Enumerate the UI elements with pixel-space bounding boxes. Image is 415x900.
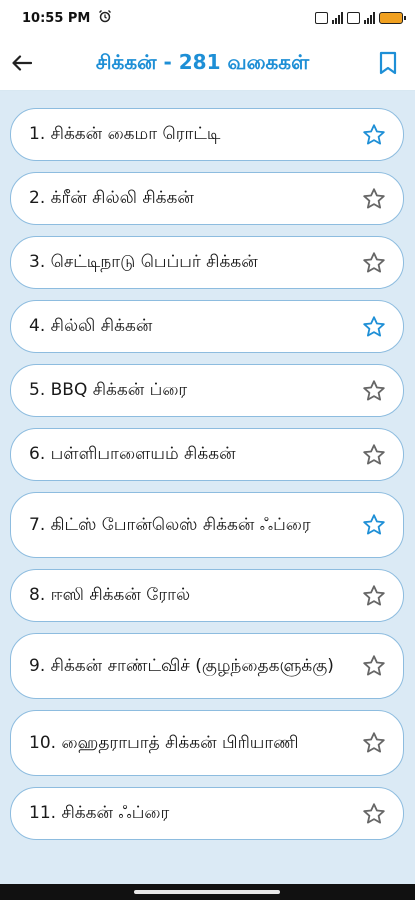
signal-icon — [332, 12, 343, 24]
recipe-item[interactable]: 5. BBQ சிக்கன் ப்ரை — [10, 364, 404, 417]
app-header: சிக்கன் - 281 வகைகள் — [0, 36, 415, 91]
recipe-label: 9. சிக்கன் சாண்ட்விச் (குழந்தைகளுக்கு) — [29, 655, 334, 676]
star-icon[interactable] — [361, 653, 387, 679]
back-button[interactable] — [6, 43, 38, 83]
arrow-left-icon — [12, 55, 32, 71]
alarm-clock-icon — [98, 9, 112, 27]
star-icon[interactable] — [361, 186, 387, 212]
recipe-label: 8. ஈஸி சிக்கன் ரோல் — [29, 585, 191, 605]
recipe-label: 3. செட்டிநாடு பெப்பர் சிக்கன் — [29, 252, 258, 272]
star-icon[interactable] — [361, 512, 387, 538]
page-title: சிக்கன் - 281 வகைகள் — [95, 49, 310, 74]
recipe-label: 10. ஹைதராபாத் சிக்கன் பிரியாணி — [29, 732, 299, 753]
recipe-label: 7. கிட்ஸ் போன்லெஸ் சிக்கன் ஃப்ரை — [29, 514, 311, 535]
navigation-bar — [0, 884, 415, 900]
recipe-label: 4. சில்லி சிக்கன் — [29, 316, 153, 336]
star-icon[interactable] — [361, 730, 387, 756]
recipe-item[interactable]: 9. சிக்கன் சாண்ட்விச் (குழந்தைகளுக்கு) — [10, 633, 404, 699]
recipe-label: 6. பள்ளிபாளையம் சிக்கன் — [29, 444, 236, 464]
volte-icon — [315, 12, 328, 24]
recipe-label: 2. க்ரீன் சில்லி சிக்கன் — [29, 188, 194, 208]
recipe-item[interactable]: 11. சிக்கன் ஃப்ரை — [10, 787, 404, 840]
recipe-item[interactable]: 6. பள்ளிபாளையம் சிக்கன் — [10, 428, 404, 481]
star-icon[interactable] — [361, 583, 387, 609]
recipe-label: 5. BBQ சிக்கன் ப்ரை — [29, 380, 188, 400]
star-icon[interactable] — [361, 801, 387, 827]
recipe-item[interactable]: 4. சில்லி சிக்கன் — [10, 300, 404, 353]
signal-icon-2 — [364, 12, 375, 24]
bookmark-icon — [379, 51, 397, 75]
recipe-item[interactable]: 10. ஹைதராபாத் சிக்கன் பிரியாணி — [10, 710, 404, 776]
recipe-item[interactable]: 3. செட்டிநாடு பெப்பர் சிக்கன் — [10, 236, 404, 289]
recipe-label: 11. சிக்கன் ஃப்ரை — [29, 803, 170, 823]
home-gesture-handle[interactable] — [134, 890, 280, 894]
recipe-item[interactable]: 8. ஈஸி சிக்கன் ரோல் — [10, 569, 404, 622]
battery-icon — [379, 12, 406, 24]
recipe-label: 1. சிக்கன் கைமா ரொட்டி — [29, 124, 221, 144]
status-icons — [315, 12, 406, 24]
recipe-list[interactable]: 1. சிக்கன் கைமா ரொட்டி 2. க்ரீன் சில்லி ச… — [0, 91, 415, 884]
recipe-item[interactable]: 7. கிட்ஸ் போன்லெஸ் சிக்கன் ஃப்ரை — [10, 492, 404, 558]
star-icon[interactable] — [361, 378, 387, 404]
recipe-item[interactable]: 1. சிக்கன் கைமா ரொட்டி — [10, 108, 404, 161]
star-icon[interactable] — [361, 442, 387, 468]
recipe-item[interactable]: 2. க்ரீன் சில்லி சிக்கன் — [10, 172, 404, 225]
star-icon[interactable] — [361, 314, 387, 340]
status-bar: 10:55 PM — [0, 0, 415, 36]
star-icon[interactable] — [361, 122, 387, 148]
bookmark-button[interactable] — [371, 43, 405, 83]
star-icon[interactable] — [361, 250, 387, 276]
status-time: 10:55 PM — [22, 10, 91, 26]
volte-icon-2 — [347, 12, 360, 24]
